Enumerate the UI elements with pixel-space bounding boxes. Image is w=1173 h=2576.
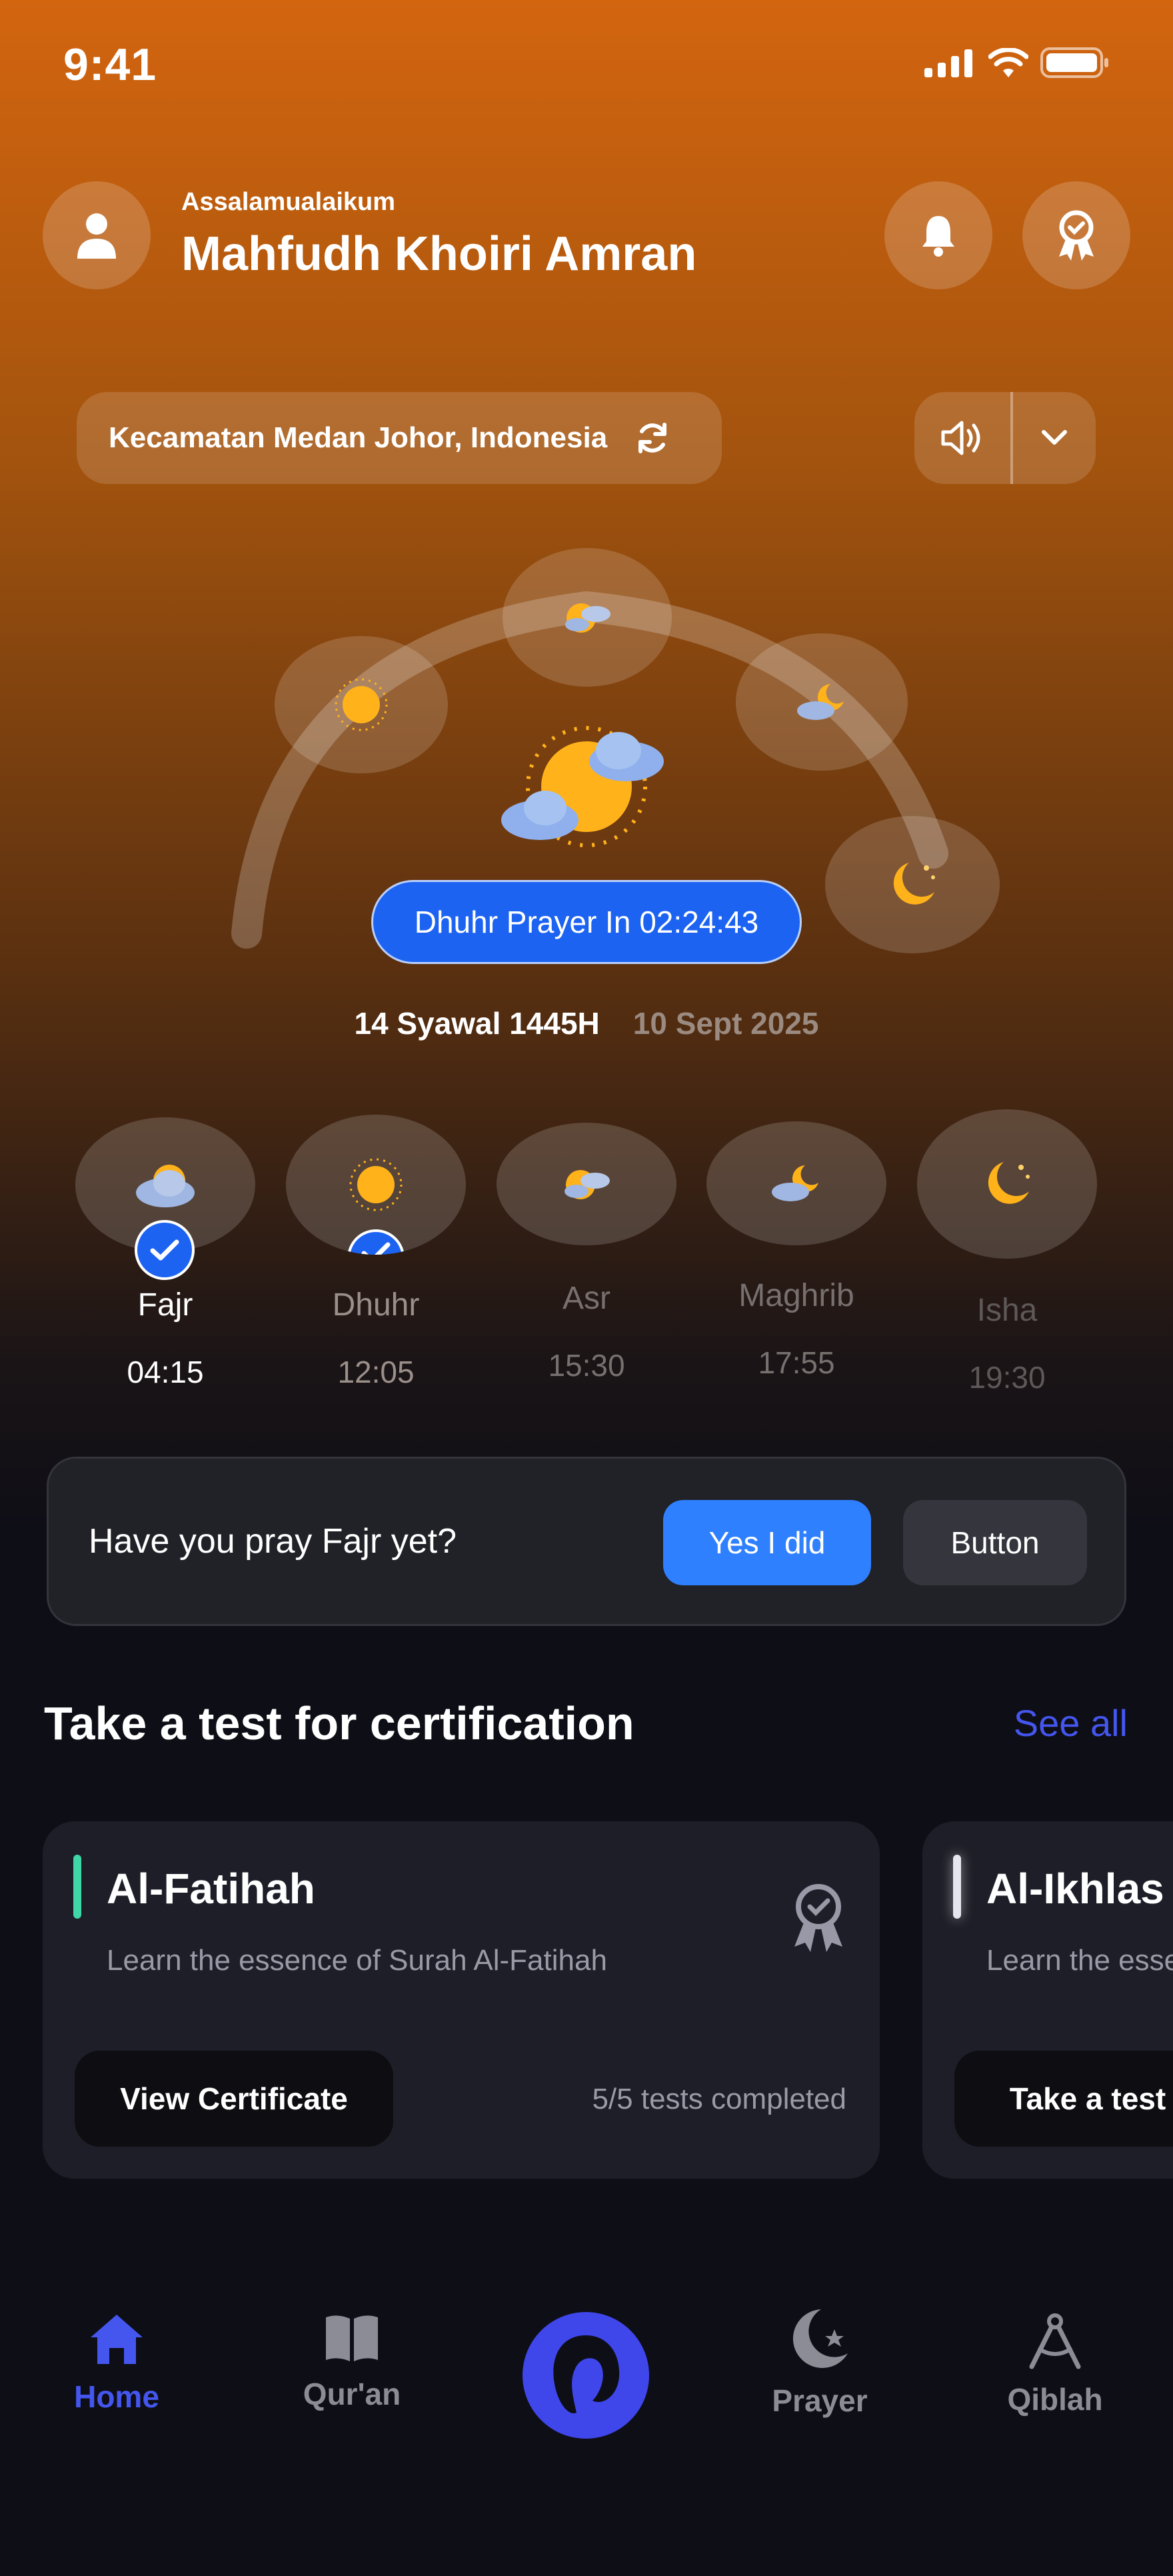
prayer-icon-bubble — [706, 1121, 886, 1245]
compass-icon — [1029, 2313, 1081, 2369]
prayer-time: 19:30 — [968, 1360, 1046, 1395]
prayer-time: 12:05 — [337, 1355, 415, 1389]
card-description: Learn the essence of Surah Al-Fatihah — [107, 1944, 607, 1977]
nav-label: Qiblah — [1007, 2382, 1103, 2417]
prayer-item-asr[interactable]: Asr 15:30 — [497, 1123, 676, 1383]
prayer-name: Maghrib — [738, 1278, 854, 1313]
card-title: Al-Fatihah — [107, 1865, 315, 1913]
hijri-date: 14 Syawal 1445H — [354, 1006, 600, 1041]
center-action-button[interactable] — [523, 2312, 649, 2439]
refresh-icon[interactable] — [634, 419, 671, 457]
take-test-button[interactable]: Take a test — [954, 2051, 1173, 2147]
card-accent-bar — [953, 1855, 961, 1919]
status-icons — [924, 47, 1110, 79]
view-certificate-button[interactable]: View Certificate — [75, 2051, 393, 2147]
prayer-icon-bubble — [286, 1115, 466, 1255]
section-title: Take a test for certification — [44, 1697, 634, 1749]
next-prayer-countdown-button[interactable]: Dhuhr Prayer In 02:24:43 — [371, 880, 802, 964]
app-logo-icon — [553, 2335, 620, 2413]
card-accent-bar — [73, 1855, 81, 1919]
sound-toggle[interactable] — [914, 420, 1010, 456]
prayer-icon-bubble — [497, 1123, 676, 1245]
prayer-time: 17:55 — [758, 1345, 835, 1380]
moon-stars-icon — [988, 1162, 1030, 1204]
book-icon — [326, 2315, 378, 2361]
certification-card-al-ikhlas[interactable]: Al-Ikhlas Learn the essence of Surah Al-… — [922, 1821, 1173, 2179]
user-icon — [77, 213, 116, 259]
secondary-button[interactable]: Button — [903, 1500, 1087, 1585]
location-text: Kecamatan Medan Johor, Indonesia — [109, 421, 608, 454]
tests-progress: 5/5 tests completed — [592, 2083, 846, 2115]
card-description: Learn the essence of Surah Al-Ikhlas — [986, 1944, 1173, 1977]
prayer-item-fajr[interactable]: Fajr 04:15 — [75, 1117, 255, 1390]
cloud-sun-icon — [136, 1165, 195, 1207]
yes-button[interactable]: Yes I did — [663, 1500, 871, 1585]
bell-icon — [922, 216, 954, 257]
status-time: 9:41 — [63, 39, 157, 90]
prayer-icon-bubble — [917, 1109, 1097, 1259]
nav-label: Qur'an — [303, 2377, 401, 2411]
nav-prayer[interactable]: Prayer — [733, 2307, 906, 2419]
location-selector[interactable]: Kecamatan Medan Johor, Indonesia — [77, 392, 722, 484]
avatar[interactable] — [43, 181, 151, 289]
prayer-home-screen: 9:41 Assalamualaikum Mahfudh Khoiri Amra… — [0, 0, 1173, 2576]
prayer-confirm-card: Have you pray Fajr yet? Yes I did Button — [47, 1457, 1126, 1626]
sun-cloud-icon — [565, 1170, 610, 1199]
greeting-text: Assalamualaikum — [181, 188, 396, 216]
nav-quran[interactable]: Qur'an — [265, 2312, 439, 2412]
prayer-name: Asr — [563, 1281, 610, 1316]
nav-home[interactable]: Home — [30, 2312, 203, 2415]
check-badge — [135, 1220, 195, 1280]
signal-icon — [924, 49, 972, 77]
crescent-star-icon — [792, 2309, 848, 2368]
prayer-time: 15:30 — [548, 1348, 625, 1383]
achievements-button[interactable] — [1022, 181, 1130, 289]
prayer-item-maghrib[interactable]: Maghrib 17:55 — [706, 1121, 886, 1381]
date-row: 14 Syawal 1445H 10 Sept 2025 — [0, 1005, 1173, 1041]
wifi-icon — [988, 48, 1028, 77]
moon-stars-icon — [893, 863, 935, 905]
arc-asr-marker — [736, 633, 908, 771]
prayer-name: Isha — [976, 1293, 1038, 1328]
sound-control — [914, 392, 1096, 484]
prayer-name: Fajr — [137, 1287, 193, 1323]
arc-dhuhr-marker — [503, 548, 672, 687]
bottom-navigation: Home Qur'an Prayer Qiblah — [0, 2253, 1173, 2576]
check-badge — [347, 1229, 405, 1255]
nav-qiblah[interactable]: Qiblah — [968, 2312, 1142, 2417]
speaker-icon — [941, 421, 980, 455]
sun-cloud-icon — [565, 603, 610, 633]
moon-cloud-icon — [772, 1165, 818, 1201]
sun-icon — [335, 678, 388, 731]
moon-cloud-icon — [797, 684, 844, 720]
user-name: Mahfudh Khoiri Amran — [181, 227, 697, 281]
gregorian-date: 10 Sept 2025 — [632, 1006, 819, 1041]
prayer-icon-bubble — [75, 1117, 255, 1280]
nav-label: Prayer — [772, 2383, 868, 2418]
see-all-link[interactable]: See all — [1014, 1701, 1128, 1745]
prayer-item-isha[interactable]: Isha 19:30 — [917, 1109, 1097, 1395]
arc-isha-marker — [825, 816, 1000, 953]
check-icon — [361, 1242, 391, 1255]
nav-label: Home — [74, 2379, 159, 2414]
home-icon — [91, 2315, 143, 2364]
confirm-question: Have you pray Fajr yet? — [89, 1522, 457, 1561]
check-icon — [150, 1239, 179, 1261]
prayer-item-dhuhr[interactable]: Dhuhr 12:05 — [286, 1115, 466, 1390]
chevron-down-icon — [1042, 430, 1067, 445]
notification-button[interactable] — [884, 181, 992, 289]
award-icon — [1059, 210, 1094, 261]
sound-dropdown[interactable] — [1013, 429, 1096, 447]
arc-fajr-marker — [275, 636, 448, 773]
sun-icon — [349, 1158, 403, 1211]
current-weather-icon — [501, 726, 664, 847]
card-title: Al-Ikhlas — [986, 1865, 1164, 1913]
battery-icon — [1040, 47, 1108, 78]
certificate-badge-icon — [794, 1884, 842, 1952]
certification-card-al-fatihah[interactable]: Al-Fatihah Learn the essence of Surah Al… — [43, 1821, 880, 2179]
prayer-time: 04:15 — [127, 1355, 204, 1389]
prayer-name: Dhuhr — [332, 1287, 420, 1323]
